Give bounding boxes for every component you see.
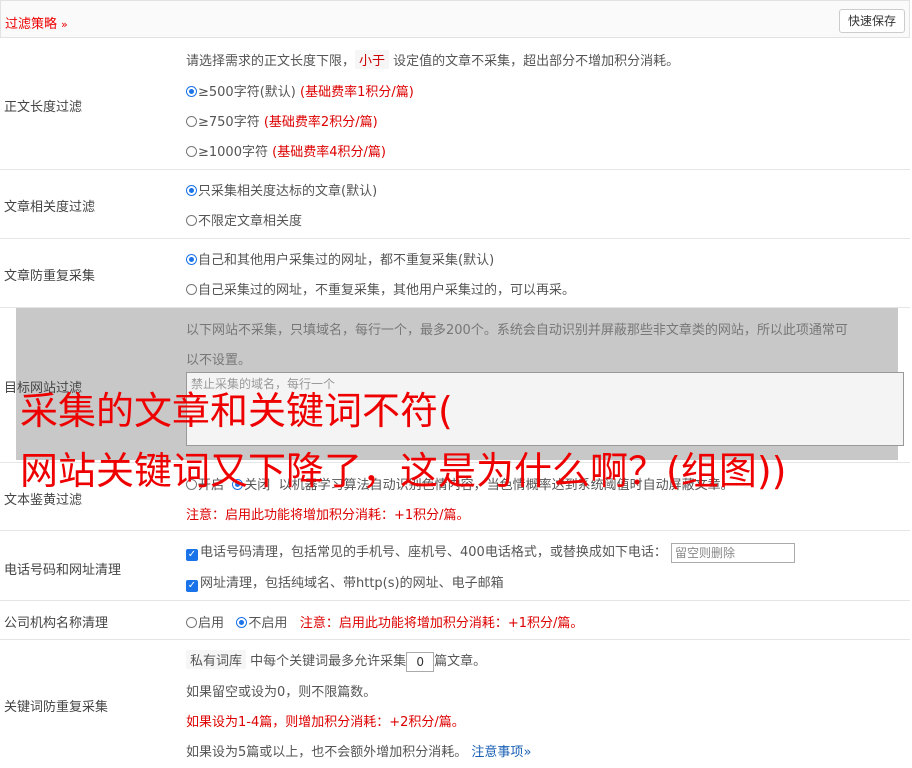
max-articles-input[interactable]: 0 (406, 651, 435, 672)
keyword-dedupe-label: 关键词防重复采集 (4, 700, 109, 715)
keyword-dedupe-line1: 私有词库 中每个关键词最多允许采集 0 篇文章。 (186, 650, 486, 672)
keyword-dedupe-line3: 如果设为1-4篇，则增加积分消耗：+2积分/篇。 (186, 715, 465, 730)
radio-company-on[interactable] (186, 617, 197, 628)
length-filter-label: 正文长度过滤 (4, 100, 83, 115)
dedupe-label: 文章防重复采集 (4, 269, 96, 284)
radio-relevance-off[interactable] (186, 215, 197, 226)
radio-dedupe-all[interactable] (186, 254, 197, 265)
url-clean-checkbox[interactable]: ✓ (186, 580, 198, 592)
row-phone-filter: 电话号码和网址清理 ✓ 电话号码清理，包括常见的手机号、座机号、400电话格式，或… (0, 531, 910, 601)
filter-title[interactable]: 过滤策略» (5, 13, 68, 32)
phone-clean-option[interactable]: ✓ 电话号码清理，包括常见的手机号、座机号、400电话格式，或替换成如下电话： 留… (186, 541, 795, 563)
row-dedupe: 文章防重复采集 自己和其他用户采集过的网址，都不重复采集(默认) 自己采集过的网… (0, 239, 910, 308)
overlay-headline-1: 采集的文章和关键词不符( (20, 389, 453, 433)
phone-filter-label: 电话号码和网址清理 (4, 563, 122, 578)
keyword-dedupe-line4: 如果设为5篇或以上，也不会额外增加积分消耗。 注意事项» (186, 745, 532, 760)
porn-filter-note: 注意：启用此功能将增加积分消耗：+1积分/篇。 (186, 508, 470, 523)
overlay-headline-2: 网站关键词又下降了，这是为什么啊？(组图)) (20, 449, 787, 493)
private-lexicon-tag[interactable]: 私有词库 (186, 650, 247, 669)
keyword-dedupe-line2: 如果留空或设为0，则不限篇数。 (186, 685, 377, 700)
site-filter-desc-1: 以下网站不采集，只填域名，每行一个，最多200个。系统会自动识别并屏蔽那些非文章… (186, 323, 848, 338)
length-filter-desc: 请选择需求的正文长度下限， 小于 设定值的文章不采集，超出部分不增加积分消耗。 (186, 50, 679, 69)
site-filter-desc-2: 以不设置。 (186, 353, 252, 368)
chevron-down-icon: » (61, 18, 68, 31)
length-option-1000[interactable]: ≥1000字符 (基础费率4积分/篇) (186, 141, 386, 160)
length-option-750[interactable]: ≥750字符 (基础费率2积分/篇) (186, 111, 378, 130)
row-keyword-dedupe: 关键词防重复采集 私有词库 中每个关键词最多允许采集 0 篇文章。 如果留空或设为0… (0, 640, 910, 768)
replace-phone-input[interactable]: 留空则删除 (670, 542, 795, 563)
relevance-label: 文章相关度过滤 (4, 200, 96, 215)
radio-relevance-on[interactable] (186, 185, 197, 196)
company-filter-label: 公司机构名称清理 (4, 616, 109, 631)
relevance-option-1[interactable]: 只采集相关度达标的文章(默认) (186, 180, 377, 199)
dedupe-option-1[interactable]: 自己和其他用户采集过的网址，都不重复采集(默认) (186, 249, 494, 268)
chevron-down-icon: » (523, 745, 532, 760)
row-relevance: 文章相关度过滤 只采集相关度达标的文章(默认) 不限定文章相关度 (0, 170, 910, 239)
url-clean-option[interactable]: ✓ 网址清理，包括纯域名、带http(s)的网址、电子邮箱 (186, 572, 504, 592)
dedupe-option-2[interactable]: 自己采集过的网址，不重复采集，其他用户采集过的，可以再采。 (186, 279, 575, 298)
company-filter-options: 启用 不启用 注意：启用此功能将增加积分消耗：+1积分/篇。 (186, 612, 583, 631)
relevance-option-2[interactable]: 不限定文章相关度 (186, 210, 302, 229)
radio-company-off[interactable] (236, 617, 248, 628)
company-filter-note: 注意：启用此功能将增加积分消耗：+1积分/篇。 (299, 616, 584, 631)
row-company-filter: 公司机构名称清理 启用 不启用 注意：启用此功能将增加积分消耗：+1积分/篇。 (0, 601, 910, 640)
length-option-500[interactable]: ≥500字符(默认) (基础费率1积分/篇) (186, 81, 414, 100)
radio-dedupe-self[interactable] (186, 284, 197, 295)
radio-500[interactable] (186, 86, 197, 97)
quick-save-button[interactable]: 快速保存 (838, 9, 905, 33)
radio-1000[interactable] (186, 146, 197, 157)
radio-750[interactable] (186, 116, 197, 127)
notes-link[interactable]: 注意事项» (471, 745, 531, 760)
phone-clean-checkbox[interactable]: ✓ (186, 549, 198, 561)
less-than-tag: 小于 (355, 50, 390, 69)
filter-header: 过滤策略» 快速保存 (0, 0, 910, 38)
row-length-filter: 正文长度过滤 请选择需求的正文长度下限， 小于 设定值的文章不采集，超出部分不增加… (0, 38, 910, 170)
